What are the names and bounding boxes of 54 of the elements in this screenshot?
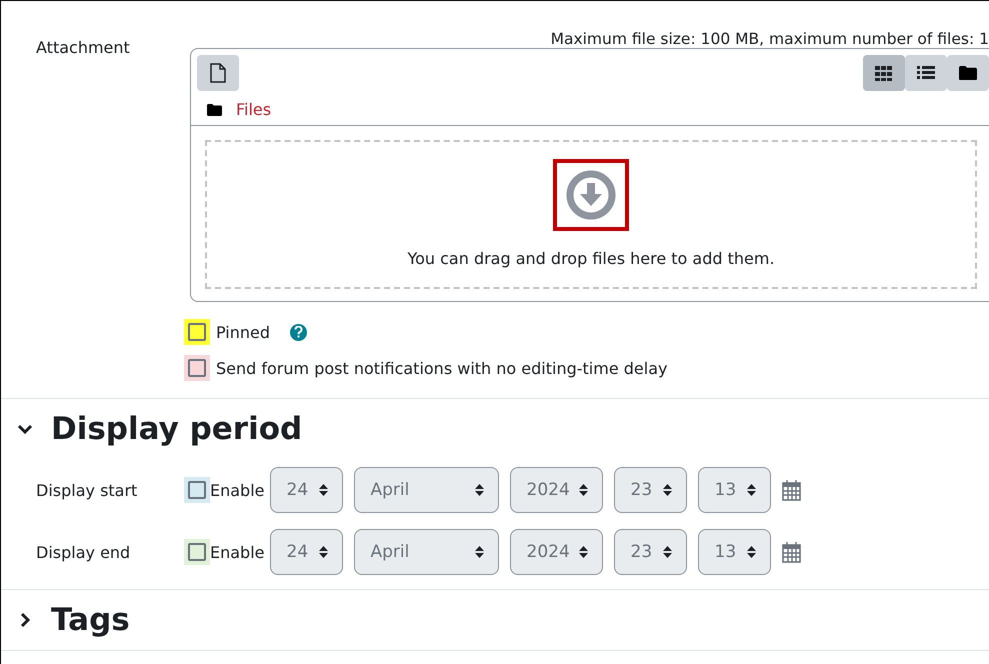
- checkbox-label: Send forum post notifications with no editing-time delay: [216, 358, 668, 378]
- section-header[interactable]: Display period: [1, 399, 989, 459]
- checkbox[interactable]: [188, 359, 206, 377]
- path-link[interactable]: Files: [236, 100, 272, 119]
- sort-arrows-icon: [318, 483, 328, 497]
- file-limits-text: Maximum file size: 100 MB, maximum number of files: 1: [550, 30, 989, 48]
- date-select[interactable]: 23: [614, 529, 686, 575]
- checkbox-label: Enable: [210, 480, 264, 500]
- date-select[interactable]: 24: [270, 467, 342, 513]
- folder-icon: [959, 66, 977, 80]
- date-select[interactable]: 2024: [510, 529, 602, 575]
- sort-arrows-icon: [662, 483, 672, 497]
- date-select[interactable]: April: [354, 467, 498, 513]
- date-select[interactable]: 23: [614, 467, 686, 513]
- calendar-icon[interactable]: [782, 480, 800, 500]
- calendar-icon[interactable]: [782, 542, 800, 562]
- checkbox[interactable]: [188, 323, 206, 341]
- file-icon: [210, 63, 226, 83]
- date-select[interactable]: 2024: [510, 467, 602, 513]
- list-icon: [917, 65, 935, 81]
- field-label: Attachment: [36, 38, 131, 59]
- view-button[interactable]: [863, 55, 905, 91]
- checkbox-label: Pinned: [216, 322, 270, 342]
- sort-arrows-icon: [578, 483, 588, 497]
- view-button[interactable]: [947, 55, 989, 91]
- sort-arrows-icon: [746, 483, 756, 497]
- date-select[interactable]: 13: [698, 529, 770, 575]
- field-label: Display end: [36, 542, 132, 562]
- date-select[interactable]: April: [354, 529, 498, 575]
- drop-hint: You can drag and drop files here to add them.: [407, 249, 775, 268]
- sort-arrows-icon: [474, 545, 484, 559]
- add-file-button[interactable]: [197, 55, 239, 91]
- folder-icon: [207, 104, 222, 116]
- date-select[interactable]: 24: [270, 529, 342, 575]
- sort-arrows-icon: [578, 545, 588, 559]
- help-icon[interactable]: [290, 324, 308, 340]
- download-icon: [566, 170, 616, 220]
- drop-zone[interactable]: You can drag and drop files here to add them.: [205, 140, 977, 289]
- chevron-icon: [19, 612, 31, 628]
- checkbox-label: Enable: [210, 542, 264, 562]
- section-title: Tags: [51, 602, 130, 638]
- grid-icon: [875, 65, 893, 81]
- checkbox[interactable]: [188, 543, 206, 561]
- chevron-icon: [17, 423, 33, 435]
- sort-arrows-icon: [474, 483, 484, 497]
- field-label: Display start: [36, 480, 138, 500]
- section-title: Display period: [51, 411, 302, 447]
- sort-arrows-icon: [318, 545, 328, 559]
- sort-arrows-icon: [662, 545, 672, 559]
- date-select[interactable]: 13: [698, 467, 770, 513]
- section-header[interactable]: Tags: [1, 590, 989, 650]
- view-button[interactable]: [905, 55, 947, 91]
- sort-arrows-icon: [746, 545, 756, 559]
- checkbox[interactable]: [188, 481, 206, 499]
